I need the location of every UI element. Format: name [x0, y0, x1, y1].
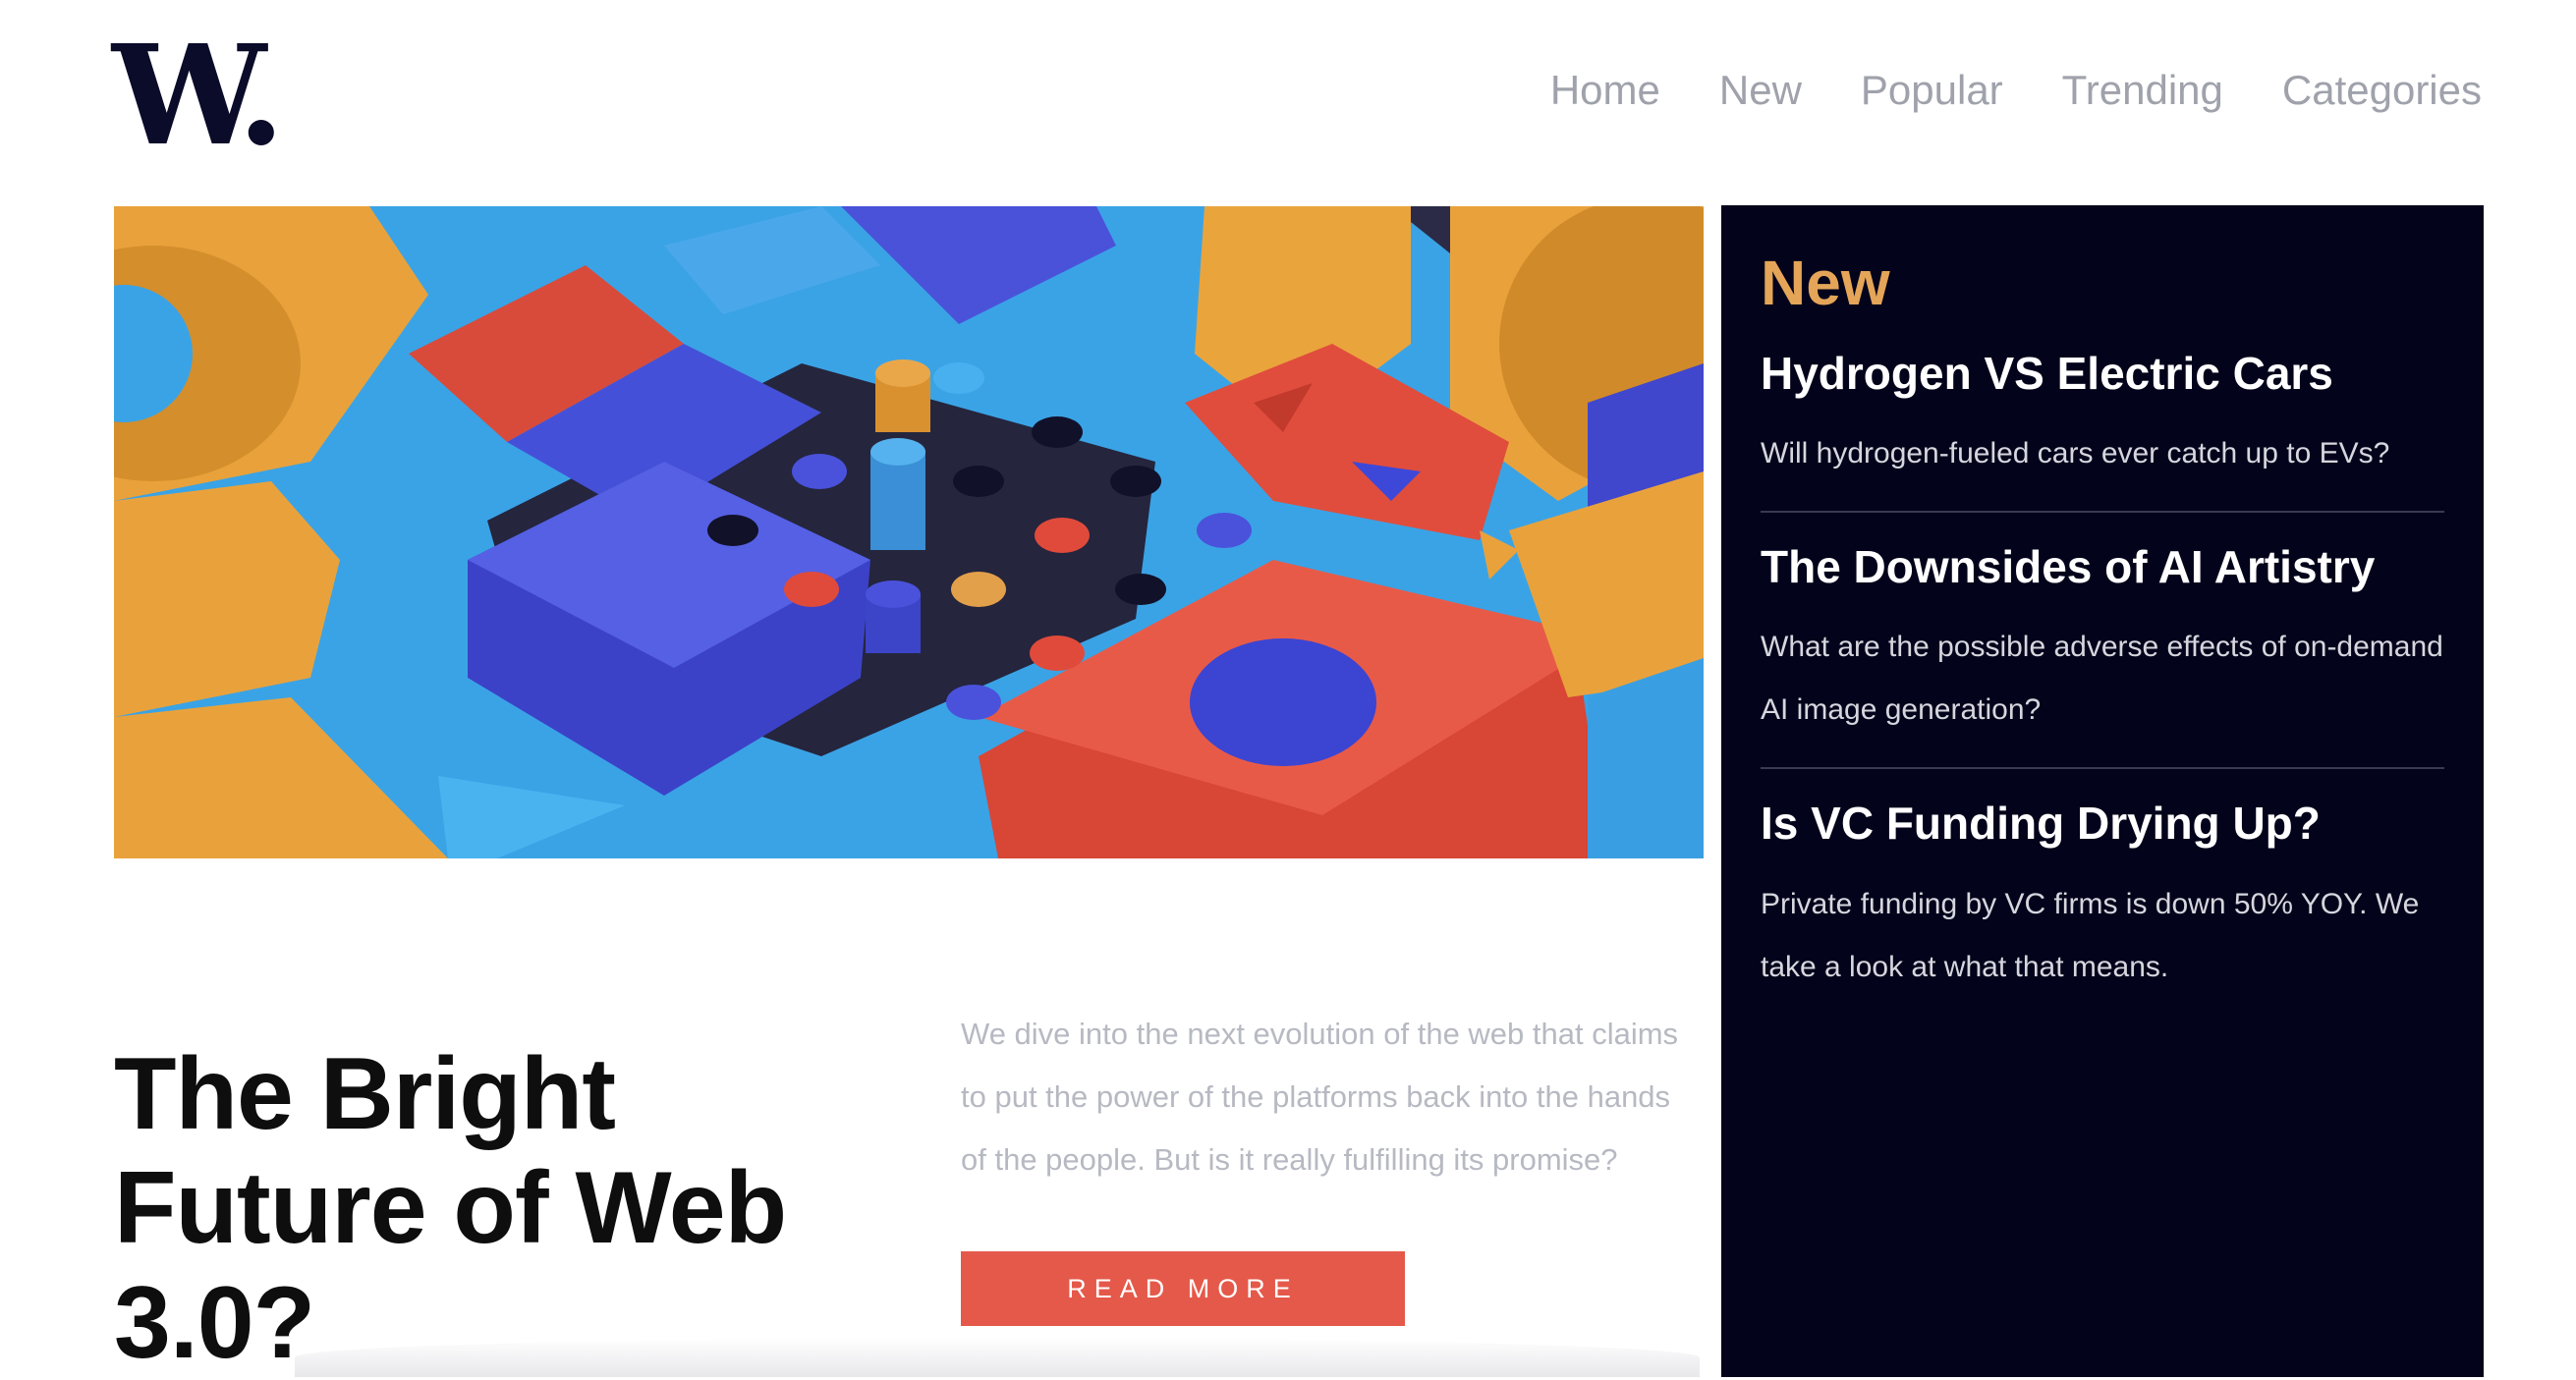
nav-item-trending[interactable]: Trending [2062, 67, 2223, 114]
nav-item-home[interactable]: Home [1550, 67, 1660, 114]
sidebar-article-title[interactable]: The Downsides of AI Artistry [1761, 540, 2444, 594]
sidebar-article-desc: Will hydrogen-fueled cars ever catch up … [1761, 437, 2390, 470]
sidebar-article[interactable]: The Downsides of AI Artistry What are th… [1761, 540, 2444, 770]
hero-image[interactable] [114, 206, 1704, 858]
sidebar-title: New [1761, 248, 1890, 318]
sidebar-article-desc: What are the possible adverse effects of… [1761, 631, 2443, 727]
site-header: W. Home New Popular Trending Categories [0, 0, 2576, 196]
sidebar-article-title[interactable]: Is VC Funding Drying Up? [1761, 797, 2444, 851]
bottom-shadow [295, 1338, 1700, 1377]
sidebar-article[interactable]: Is VC Funding Drying Up? Private funding… [1761, 797, 2444, 1023]
site-logo[interactable]: W. [112, 28, 285, 165]
sidebar-article[interactable]: Hydrogen VS Electric Cars Will hydrogen-… [1761, 347, 2444, 514]
hero-illustration [114, 206, 1704, 858]
nav-item-categories[interactable]: Categories [2282, 67, 2482, 114]
sidebar-article-title[interactable]: Hydrogen VS Electric Cars [1761, 347, 2444, 401]
sidebar-new: New Hydrogen VS Electric Cars Will hydro… [1721, 205, 2484, 1377]
nav-item-new[interactable]: New [1719, 67, 1802, 114]
featured-title: The Bright Future of Web 3.0? [114, 1036, 787, 1380]
sidebar-article-desc: Private funding by VC firms is down 50% … [1761, 887, 2420, 983]
read-more-button[interactable]: READ MORE [961, 1251, 1405, 1326]
nav-item-popular[interactable]: Popular [1861, 67, 2003, 114]
featured-excerpt: We dive into the next evolution of the w… [961, 1017, 1679, 1177]
main-nav: Home New Popular Trending Categories [1550, 67, 2482, 114]
